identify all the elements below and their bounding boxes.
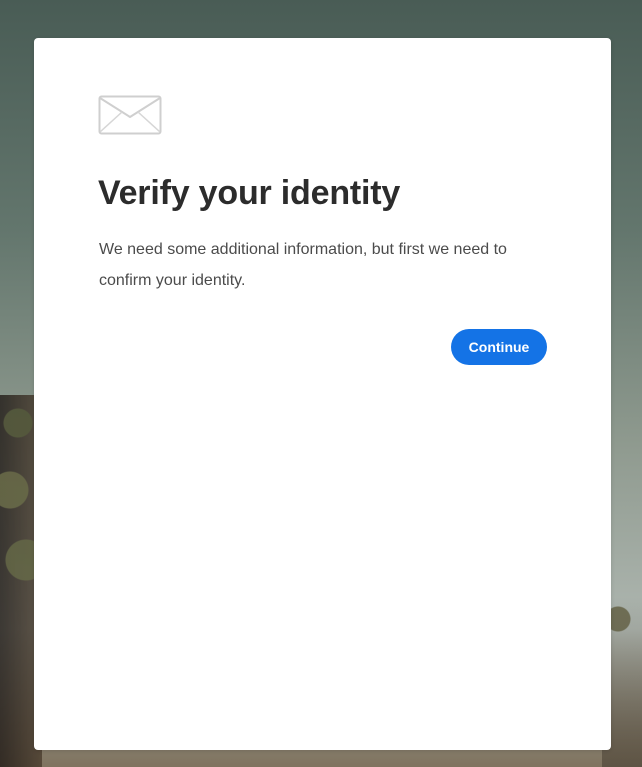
verify-identity-dialog: Verify your identity We need some additi… bbox=[34, 38, 611, 750]
verification-message: We need some additional information, but… bbox=[99, 241, 507, 289]
page-title: Verify your identity bbox=[98, 174, 401, 212]
mail-icon bbox=[98, 95, 162, 135]
verification-page: Verify your identity We need some additi… bbox=[0, 0, 642, 767]
continue-button[interactable]: Continue bbox=[451, 329, 547, 365]
